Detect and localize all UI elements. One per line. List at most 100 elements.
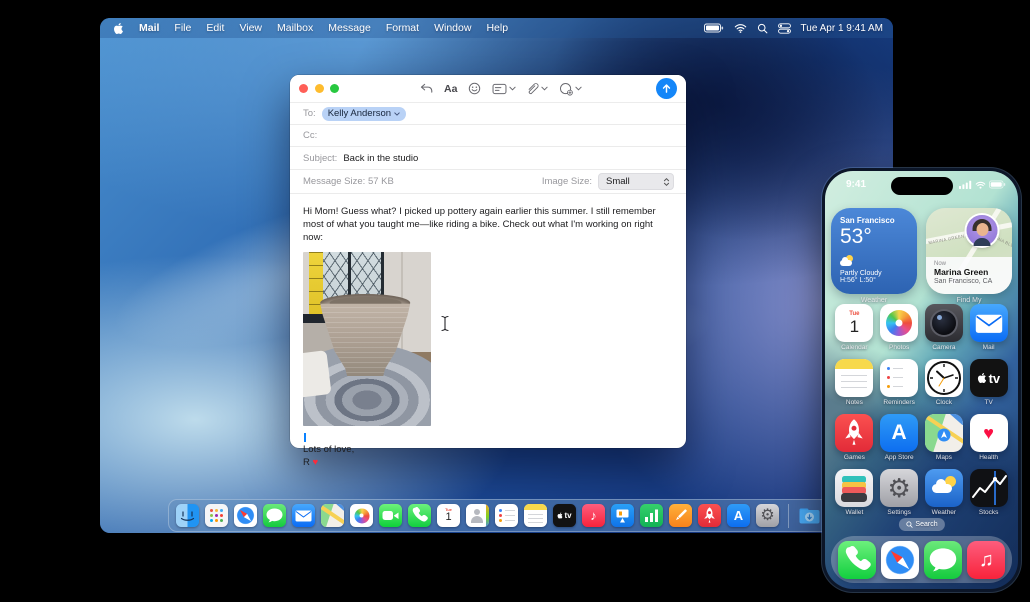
header-fields-button[interactable] bbox=[492, 83, 516, 95]
dock-contacts[interactable] bbox=[466, 504, 489, 527]
menu-item-message[interactable]: Message bbox=[328, 22, 371, 34]
dock-system-settings[interactable]: ⚙ bbox=[756, 504, 779, 527]
cc-label: Cc: bbox=[303, 130, 318, 141]
menu-item-format[interactable]: Format bbox=[386, 22, 419, 34]
phone-app-tv[interactable]: tv TV bbox=[966, 359, 1011, 406]
dock-messages[interactable] bbox=[263, 504, 286, 527]
phone-app-wallet[interactable]: Wallet bbox=[832, 469, 877, 516]
dock-phone[interactable] bbox=[408, 504, 431, 527]
format-button[interactable]: Aa bbox=[444, 83, 457, 95]
app-label: Notes bbox=[845, 399, 863, 406]
subject-value: Back in the studio bbox=[343, 152, 419, 164]
apple-menu-icon[interactable] bbox=[113, 22, 124, 35]
menu-app-name[interactable]: Mail bbox=[139, 22, 159, 34]
attach-button[interactable] bbox=[527, 82, 548, 95]
recipient-token[interactable]: Kelly Anderson bbox=[321, 106, 407, 121]
reminders-icon bbox=[880, 359, 919, 397]
to-field[interactable]: To: Kelly Anderson bbox=[290, 103, 686, 125]
app-label: Mail bbox=[982, 344, 995, 351]
minimize-button[interactable] bbox=[314, 84, 324, 93]
subject-field[interactable]: Subject: Back in the studio bbox=[290, 147, 686, 170]
menu-item-edit[interactable]: Edit bbox=[206, 22, 224, 34]
dock-mail[interactable] bbox=[292, 504, 315, 527]
app-label: App Store bbox=[884, 454, 914, 461]
phone-app-camera[interactable]: Camera bbox=[922, 304, 967, 351]
iphone-dock-safari[interactable] bbox=[880, 540, 919, 579]
dock-reminders[interactable] bbox=[495, 504, 518, 527]
phone-app-settings[interactable]: ⚙ Settings bbox=[877, 469, 922, 516]
dock-pages[interactable] bbox=[669, 504, 692, 527]
apple-logo-icon bbox=[557, 512, 563, 519]
phone-app-calendar[interactable]: Tue 1 Calendar bbox=[832, 304, 877, 351]
zoom-button[interactable] bbox=[330, 84, 339, 93]
phone-app-games[interactable]: Games bbox=[832, 414, 877, 461]
phone-app-health[interactable]: ♥ Health bbox=[966, 414, 1011, 461]
message-size: Message Size: 57 KB bbox=[303, 176, 394, 187]
menu-item-mailbox[interactable]: Mailbox bbox=[277, 22, 313, 34]
dock-divider bbox=[788, 503, 789, 528]
undo-icon[interactable] bbox=[419, 83, 433, 94]
insert-photo-button[interactable] bbox=[559, 82, 582, 96]
phone-app-clock[interactable]: Clock bbox=[922, 359, 967, 406]
dock-tv[interactable]: tv bbox=[553, 504, 576, 527]
mail-compose-window: Aa To: Kelly Anderson Cc: Subject: Back … bbox=[290, 75, 686, 468]
iphone-dock-music[interactable]: ♫ bbox=[967, 540, 1006, 579]
find-my-widget[interactable]: MARINA GREEN DR MARINA BLVD Now Marina G… bbox=[926, 208, 1012, 294]
app-label: Games bbox=[843, 454, 865, 461]
dock-games[interactable] bbox=[698, 504, 721, 527]
dock-calendar[interactable]: Tue 1 bbox=[437, 504, 460, 527]
message-body[interactable]: Hi Mom! Guess what? I picked up pottery … bbox=[290, 194, 686, 470]
phone-app-reminders[interactable]: Reminders bbox=[877, 359, 922, 406]
send-button[interactable] bbox=[656, 78, 677, 99]
emoji-icon[interactable] bbox=[468, 82, 481, 95]
wifi-icon[interactable] bbox=[734, 23, 747, 33]
dock-launchpad[interactable] bbox=[205, 504, 228, 527]
phone-app-stocks[interactable]: Stocks bbox=[966, 469, 1011, 516]
dock-maps[interactable] bbox=[321, 504, 344, 527]
image-size-label: Image Size: bbox=[541, 176, 592, 187]
iphone-dock-messages[interactable] bbox=[924, 540, 963, 579]
dock-notes[interactable] bbox=[524, 504, 547, 527]
dock-keynote[interactable] bbox=[611, 504, 634, 527]
wallet-icon bbox=[835, 469, 874, 507]
pottery-photo-attachment[interactable] bbox=[303, 252, 431, 427]
heart-emoji: ♥ bbox=[312, 457, 319, 469]
phone-app-app-store[interactable]: A App Store bbox=[877, 414, 922, 461]
weather-widget[interactable]: San Francisco 53° Partly Cloudy H:56° L:… bbox=[831, 208, 917, 294]
clock-icon bbox=[924, 359, 963, 397]
phone-app-weather[interactable]: Weather bbox=[922, 469, 967, 516]
heart-glyph: ♥ bbox=[983, 423, 994, 443]
cc-field[interactable]: Cc: bbox=[290, 125, 686, 147]
find-my-widget-label: Find My bbox=[956, 296, 982, 304]
phone-app-photos[interactable]: Photos bbox=[877, 304, 922, 351]
dock-downloads[interactable] bbox=[798, 504, 821, 527]
dock-facetime[interactable] bbox=[379, 504, 402, 527]
menu-item-window[interactable]: Window bbox=[434, 22, 471, 34]
battery-icon[interactable] bbox=[703, 23, 724, 33]
menu-item-view[interactable]: View bbox=[239, 22, 262, 34]
control-center-icon[interactable] bbox=[777, 22, 791, 34]
camera-icon bbox=[924, 304, 963, 342]
spotlight-search-pill[interactable]: Search bbox=[898, 518, 945, 531]
menu-clock[interactable]: Tue Apr 1 9:41 AM bbox=[801, 23, 883, 34]
close-button[interactable] bbox=[299, 84, 308, 93]
image-size-select[interactable]: Small bbox=[598, 173, 674, 190]
search-icon[interactable] bbox=[757, 23, 768, 34]
search-icon bbox=[905, 521, 913, 528]
calendar-icon: Tue 1 bbox=[835, 304, 874, 342]
menu-item-help[interactable]: Help bbox=[486, 22, 508, 34]
health-heart-icon: ♥ bbox=[969, 414, 1008, 452]
phone-app-maps[interactable]: Maps bbox=[922, 414, 967, 461]
phone-app-notes[interactable]: Notes bbox=[832, 359, 877, 406]
dock-safari[interactable] bbox=[234, 504, 257, 527]
dock-finder[interactable] bbox=[176, 504, 199, 527]
iphone-dock-phone[interactable] bbox=[837, 540, 876, 579]
widgets-row: San Francisco 53° Partly Cloudy H:56° L:… bbox=[825, 208, 1018, 304]
menu-item-file[interactable]: File bbox=[174, 22, 191, 34]
phone-app-mail[interactable]: Mail bbox=[966, 304, 1011, 351]
dock-app-store[interactable]: A bbox=[727, 504, 750, 527]
dock-numbers[interactable] bbox=[640, 504, 663, 527]
dock-photos[interactable] bbox=[350, 504, 373, 527]
app-label: Health bbox=[979, 454, 999, 461]
dock-music[interactable]: ♪ bbox=[582, 504, 605, 527]
